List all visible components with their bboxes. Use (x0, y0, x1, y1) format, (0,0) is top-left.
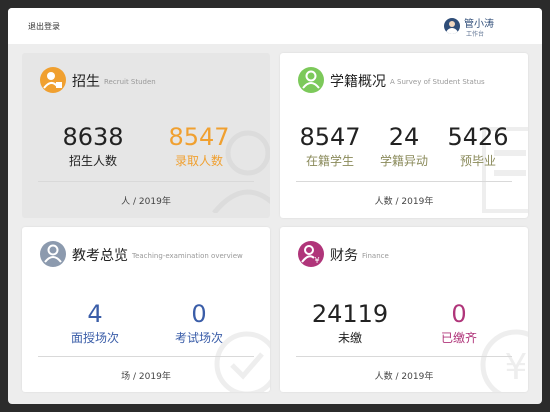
teaching-exam-card[interactable]: 教考总览 Teaching-examination overview 4 面授场… (22, 227, 270, 392)
stat-label: 录取人数 (174, 154, 223, 168)
user-profile[interactable]: 管小涛 工作台 (444, 15, 534, 39)
stat-pre-graduation[interactable]: 5426 预毕业 (444, 123, 512, 169)
stat-label: 招生人数 (68, 154, 117, 168)
user-role: 工作台 (466, 31, 485, 38)
workbench-screen: 退出登录 管小涛 工作台 招生 Recruit Studen 8638 招生人数 (8, 8, 542, 404)
card-footer: 人数 / 2019年 (374, 197, 434, 207)
card-footer: 人 / 2019年 (121, 197, 171, 207)
top-bar: 退出登录 管小涛 工作台 (8, 8, 542, 44)
person-icon (298, 67, 324, 93)
stat-label: 在籍学生 (305, 154, 354, 168)
card-title: 财务 (330, 248, 358, 264)
student-icon (40, 67, 66, 93)
stat-label: 预毕业 (459, 154, 496, 168)
user-name[interactable]: 管小涛 (464, 15, 494, 30)
stat-paid-in-full[interactable]: 0 已缴齐 (424, 300, 494, 346)
stat-exam-sessions[interactable]: 0 考试场次 (164, 300, 234, 346)
stat-admitted[interactable]: 8547 录取人数 (164, 123, 234, 169)
stat-label: 考试场次 (174, 331, 223, 345)
divider (296, 181, 512, 182)
divider (38, 181, 254, 182)
stat-value: 8547 (168, 123, 230, 151)
stat-unpaid[interactable]: 24119 未缴 (310, 300, 390, 346)
stat-label: 已缴齐 (440, 331, 477, 345)
stat-value: 4 (87, 300, 103, 328)
stat-value: 24119 (311, 300, 389, 328)
card-subtitle: Recruit Studen (104, 78, 156, 86)
stat-value: 8547 (299, 123, 361, 151)
stat-value: 0 (451, 300, 467, 328)
stat-value: 0 (191, 300, 207, 328)
svg-text:¥: ¥ (314, 256, 319, 265)
stat-value: 5426 (447, 123, 509, 151)
divider (296, 356, 512, 357)
card-title: 教考总览 (72, 248, 128, 264)
stat-enrolled[interactable]: 8638 招生人数 (58, 123, 128, 169)
card-footer: 场 / 2019年 (121, 372, 171, 382)
finance-card[interactable]: ¥ ¥ 财务 Finance 24119 未缴 0 已缴齐 人数 / 2019年 (280, 227, 528, 392)
divider (38, 356, 254, 357)
card-subtitle: Teaching-examination overview (132, 252, 243, 260)
stat-value: 24 (388, 123, 420, 151)
stat-enrolled-students[interactable]: 8547 在籍学生 (296, 123, 364, 169)
person-yen-icon: ¥ (298, 241, 324, 267)
stat-lecture-sessions[interactable]: 4 面授场次 (60, 300, 130, 346)
logout-link[interactable]: 退出登录 (28, 21, 60, 32)
card-footer: 人数 / 2019年 (374, 372, 434, 382)
stat-label: 面授场次 (70, 331, 119, 345)
stat-label: 学籍异动 (379, 154, 428, 168)
stat-status-change[interactable]: 24 学籍异动 (370, 123, 438, 169)
stat-value: 8638 (62, 123, 124, 151)
card-subtitle: A Survey of Student Status (390, 78, 485, 86)
card-title: 招生 (72, 74, 100, 90)
person-icon (40, 241, 66, 267)
avatar[interactable] (444, 18, 460, 34)
card-subtitle: Finance (362, 252, 389, 260)
student-status-card[interactable]: 学籍概况 A Survey of Student Status 8547 在籍学… (280, 53, 528, 218)
card-title: 学籍概况 (330, 74, 386, 90)
enroll-card[interactable]: 招生 Recruit Studen 8638 招生人数 8547 录取人数 人 … (22, 53, 270, 218)
stat-label: 未缴 (337, 331, 362, 345)
